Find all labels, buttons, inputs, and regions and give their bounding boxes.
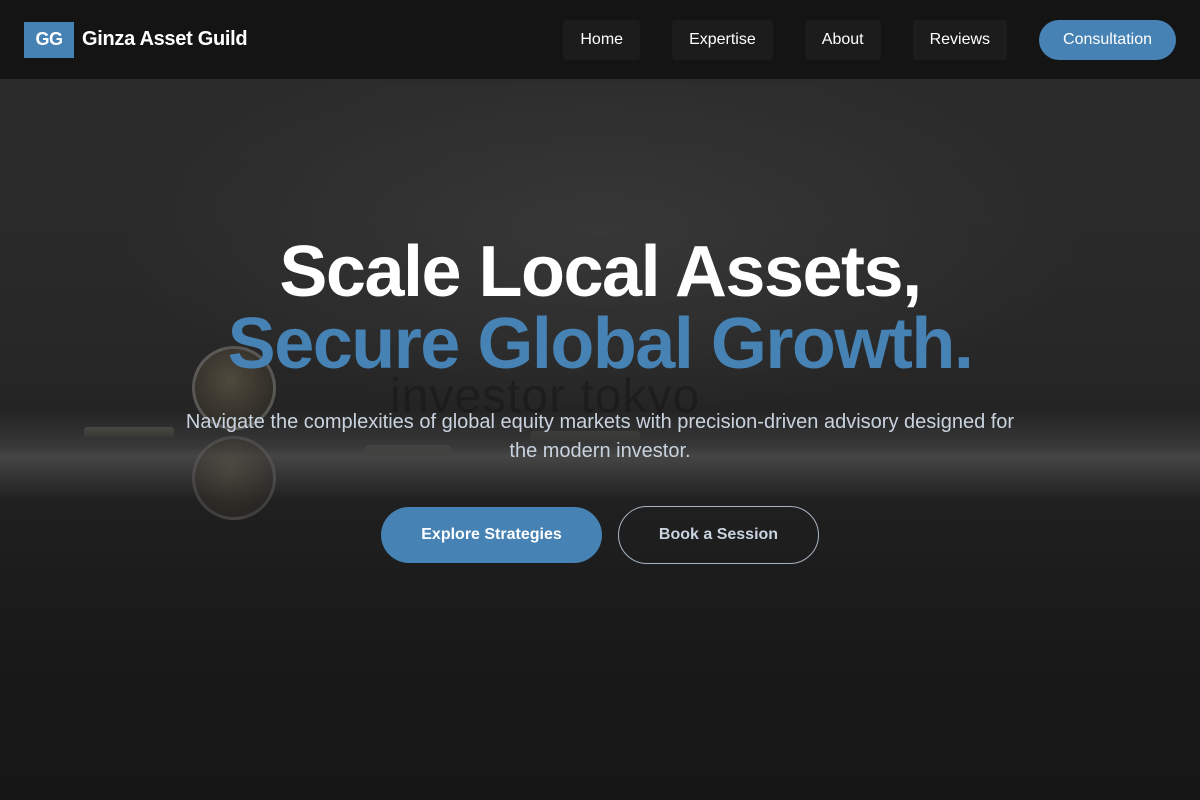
hero-content: Scale Local Assets, Secure Global Growth… xyxy=(0,236,1200,564)
nav-expertise[interactable]: Expertise xyxy=(672,19,773,60)
headline-line-1: Scale Local Assets, xyxy=(279,232,922,312)
nav-about[interactable]: About xyxy=(804,19,881,60)
nav-home[interactable]: Home xyxy=(563,19,641,60)
headline-line-2: Secure Global Growth. xyxy=(227,304,974,384)
brand-name[interactable]: Ginza Asset Guild xyxy=(82,28,248,51)
nav-reviews[interactable]: Reviews xyxy=(912,19,1008,60)
logo[interactable]: GG xyxy=(24,21,74,58)
brand[interactable]: GG Ginza Asset Guild xyxy=(24,21,248,58)
consultation-button[interactable]: Consultation xyxy=(1039,19,1176,60)
main-nav: Home Expertise About Reviews Consultatio… xyxy=(563,19,1176,60)
hero-headline: Scale Local Assets, Secure Global Growth… xyxy=(0,236,1200,380)
hero-buttons: Explore Strategies Book a Session xyxy=(0,506,1200,564)
explore-strategies-button[interactable]: Explore Strategies xyxy=(381,507,602,563)
book-session-button[interactable]: Book a Session xyxy=(618,506,819,564)
site-header: GG Ginza Asset Guild Home Expertise Abou… xyxy=(0,0,1200,80)
hero-subtitle: Navigate the complexities of global equi… xyxy=(185,411,1015,462)
hero-section: investor tokyo Scale Local Assets, Secur… xyxy=(0,81,1200,800)
